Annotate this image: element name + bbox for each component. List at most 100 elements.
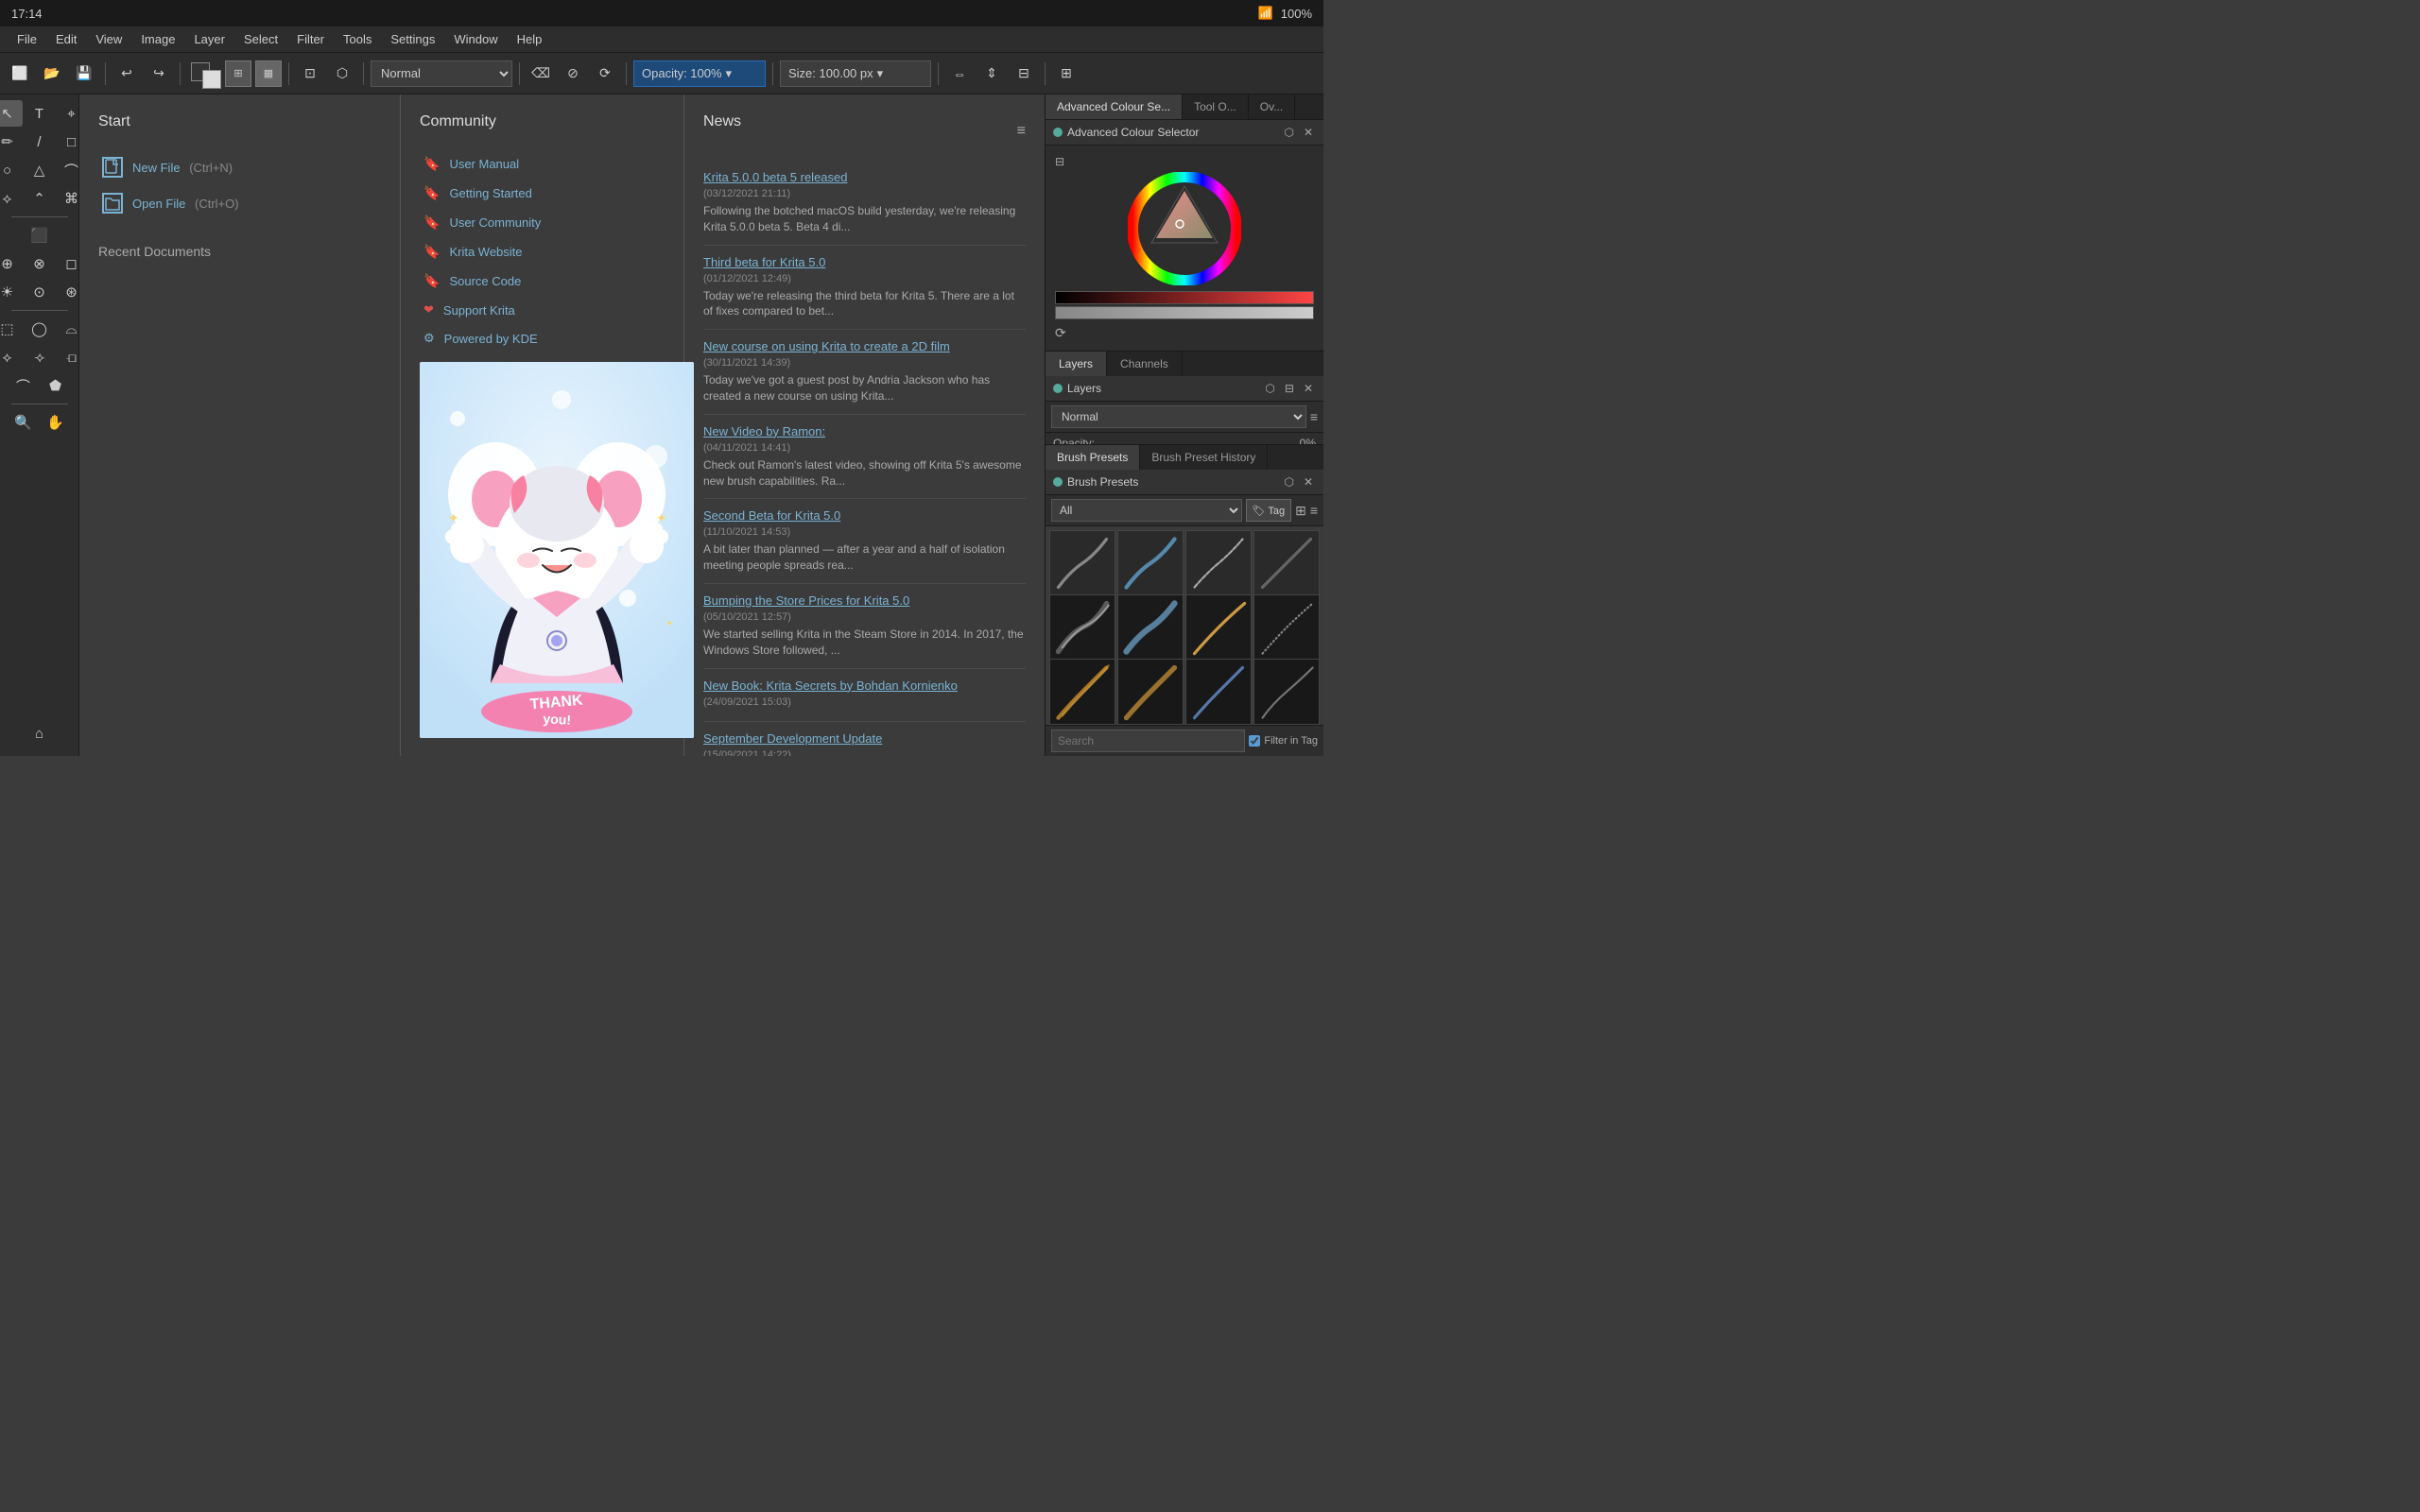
news-item-0[interactable]: Krita 5.0.0 beta 5 released (03/12/2021 …: [703, 161, 1026, 246]
clone-tool[interactable]: ⊗: [25, 250, 55, 277]
blend-mode-select[interactable]: Normal Multiply Screen Overlay: [371, 60, 512, 87]
polygon-tool[interactable]: △: [25, 157, 55, 183]
layers-panel-close[interactable]: ✕: [1301, 381, 1316, 396]
menu-window[interactable]: Window: [444, 29, 507, 49]
mirror-h-button[interactable]: ⇔: [945, 60, 974, 88]
brush-thumb-7[interactable]: [1253, 594, 1320, 661]
open-button[interactable]: 📂: [38, 60, 66, 88]
open-file-link[interactable]: Open File (Ctrl+O): [98, 185, 381, 221]
reload-button[interactable]: ⟳: [591, 60, 619, 88]
menu-help[interactable]: Help: [508, 29, 552, 49]
news-item-5[interactable]: Bumping the Store Prices for Krita 5.0 (…: [703, 584, 1026, 669]
save-button[interactable]: 💾: [70, 60, 98, 88]
menu-filter[interactable]: Filter: [287, 29, 334, 49]
news-item-7[interactable]: September Development Update (15/09/2021…: [703, 722, 1026, 756]
brush-panel-close[interactable]: ✕: [1301, 474, 1316, 490]
undo-button[interactable]: ↩: [112, 60, 141, 88]
layers-blend-select[interactable]: Normal Multiply Screen: [1051, 405, 1306, 428]
brush-thumb-1[interactable]: [1117, 530, 1184, 596]
news-item-4[interactable]: Second Beta for Krita 5.0 (11/10/2021 14…: [703, 499, 1026, 584]
transform-tool[interactable]: T: [25, 100, 55, 127]
sat-bar[interactable]: [1055, 306, 1314, 319]
brush-thumb-8[interactable]: [1049, 659, 1115, 725]
layers-options-button[interactable]: ≡: [1310, 409, 1318, 424]
tab-channels[interactable]: Channels: [1107, 352, 1183, 376]
rect-tool[interactable]: □: [57, 129, 80, 155]
eraser-button[interactable]: ⌫: [527, 60, 555, 88]
contiguous-select[interactable]: ⟡: [0, 185, 23, 212]
layers-panel-detach[interactable]: ⬡: [1262, 381, 1277, 396]
brush-thumb-5[interactable]: [1117, 594, 1184, 661]
poly-sel[interactable]: ⬟: [41, 372, 71, 399]
bezier-tool[interactable]: ⌒: [57, 157, 80, 183]
blur-tool[interactable]: ⊙: [25, 279, 55, 305]
brush-thumb-11[interactable]: [1253, 659, 1320, 725]
colorize-tool[interactable]: ⊛: [57, 279, 80, 305]
filter-in-tag-checkbox[interactable]: [1249, 735, 1260, 747]
menu-image[interactable]: Image: [131, 29, 184, 49]
pan-tool[interactable]: ✋: [41, 409, 71, 436]
color-wheel[interactable]: [1128, 172, 1241, 285]
brush-thumb-4[interactable]: [1049, 594, 1115, 661]
tag-filter-button[interactable]: 🏷 Tag: [1246, 499, 1292, 522]
tab-overview[interactable]: Ov...: [1249, 94, 1295, 119]
tab-brush-presets[interactable]: Brush Presets: [1046, 445, 1140, 470]
news-item-3[interactable]: New Video by Ramon: (04/11/2021 14:41) C…: [703, 415, 1026, 500]
rectangle-select-tool[interactable]: ⬚: [0, 316, 23, 342]
gradient-swatch[interactable]: ▦: [255, 60, 282, 87]
mirror-v-button[interactable]: ⇕: [977, 60, 1006, 88]
zoom-tool[interactable]: 🔍: [9, 409, 39, 436]
crop-tool[interactable]: ⌖: [57, 100, 80, 127]
brush-list-view-button[interactable]: ≡: [1310, 503, 1318, 518]
tab-advanced-colour[interactable]: Advanced Colour Se...: [1046, 94, 1183, 119]
community-link-support[interactable]: ❤ Support Krita: [420, 296, 665, 324]
brush-thumb-0[interactable]: [1049, 530, 1115, 596]
brush-thumb-10[interactable]: [1185, 659, 1252, 725]
brush-grid-view-button[interactable]: ⊞: [1295, 503, 1306, 519]
brush-preset-button[interactable]: ⊡: [296, 60, 324, 88]
brush-thumb-3[interactable]: [1253, 530, 1320, 596]
eraser-tool[interactable]: ◻: [57, 250, 80, 277]
community-link-website[interactable]: 🔖 Krita Website: [420, 237, 665, 266]
pattern-swatch[interactable]: ⊞: [225, 60, 251, 87]
community-link-getting-started[interactable]: 🔖 Getting Started: [420, 179, 665, 208]
fill-tool[interactable]: ⬛: [25, 222, 55, 249]
bezier-sel[interactable]: ⌒: [9, 372, 39, 399]
brush-thumb-6[interactable]: [1185, 594, 1252, 661]
color-panel-detach[interactable]: ⬡: [1281, 125, 1296, 140]
refresh-color-button[interactable]: ⟳: [1055, 325, 1066, 341]
brush-filter-select[interactable]: All: [1051, 499, 1242, 522]
color-fill-button[interactable]: ⬡: [328, 60, 356, 88]
news-menu-button[interactable]: ≡: [1017, 123, 1026, 140]
news-item-6[interactable]: New Book: Krita Secrets by Bohdan Kornie…: [703, 669, 1026, 722]
redo-button[interactable]: ↪: [145, 60, 173, 88]
tab-layers[interactable]: Layers: [1046, 352, 1107, 376]
menu-edit[interactable]: Edit: [46, 29, 86, 49]
lasso-select-tool[interactable]: ⌓: [57, 316, 80, 342]
new-file-link[interactable]: New File (Ctrl+N): [98, 149, 381, 185]
smart-patch-tool[interactable]: ⊕: [0, 250, 23, 277]
color-swatch-container[interactable]: [187, 59, 221, 89]
community-link-kde[interactable]: ⚙ Powered by KDE: [420, 324, 665, 352]
freehand-select[interactable]: ⌃: [25, 185, 55, 212]
menu-select[interactable]: Select: [234, 29, 287, 49]
color-panel-close[interactable]: ✕: [1301, 125, 1316, 140]
status-button[interactable]: ⌂: [25, 720, 55, 747]
community-link-source[interactable]: 🔖 Source Code: [420, 266, 665, 296]
path-select[interactable]: ⌘: [57, 185, 80, 212]
community-link-community[interactable]: 🔖 User Community: [420, 208, 665, 237]
menu-layer[interactable]: Layer: [184, 29, 234, 49]
menu-file[interactable]: File: [8, 29, 46, 49]
menu-tools[interactable]: Tools: [334, 29, 381, 49]
menu-view[interactable]: View: [86, 29, 131, 49]
community-link-manual[interactable]: 🔖 User Manual: [420, 149, 665, 179]
hue-bar[interactable]: [1055, 291, 1314, 304]
brush-panel-detach[interactable]: ⬡: [1281, 474, 1296, 490]
canvas-options-button[interactable]: ⊞: [1052, 60, 1080, 88]
layers-filter-button[interactable]: ⊟: [1282, 381, 1297, 396]
brush-thumb-2[interactable]: [1185, 530, 1252, 596]
news-item-2[interactable]: New course on using Krita to create a 2D…: [703, 330, 1026, 415]
ellipse-select-tool[interactable]: ◯: [25, 316, 55, 342]
ellipse-tool[interactable]: ○: [0, 157, 23, 183]
freehand-tool[interactable]: ✏: [0, 129, 23, 155]
